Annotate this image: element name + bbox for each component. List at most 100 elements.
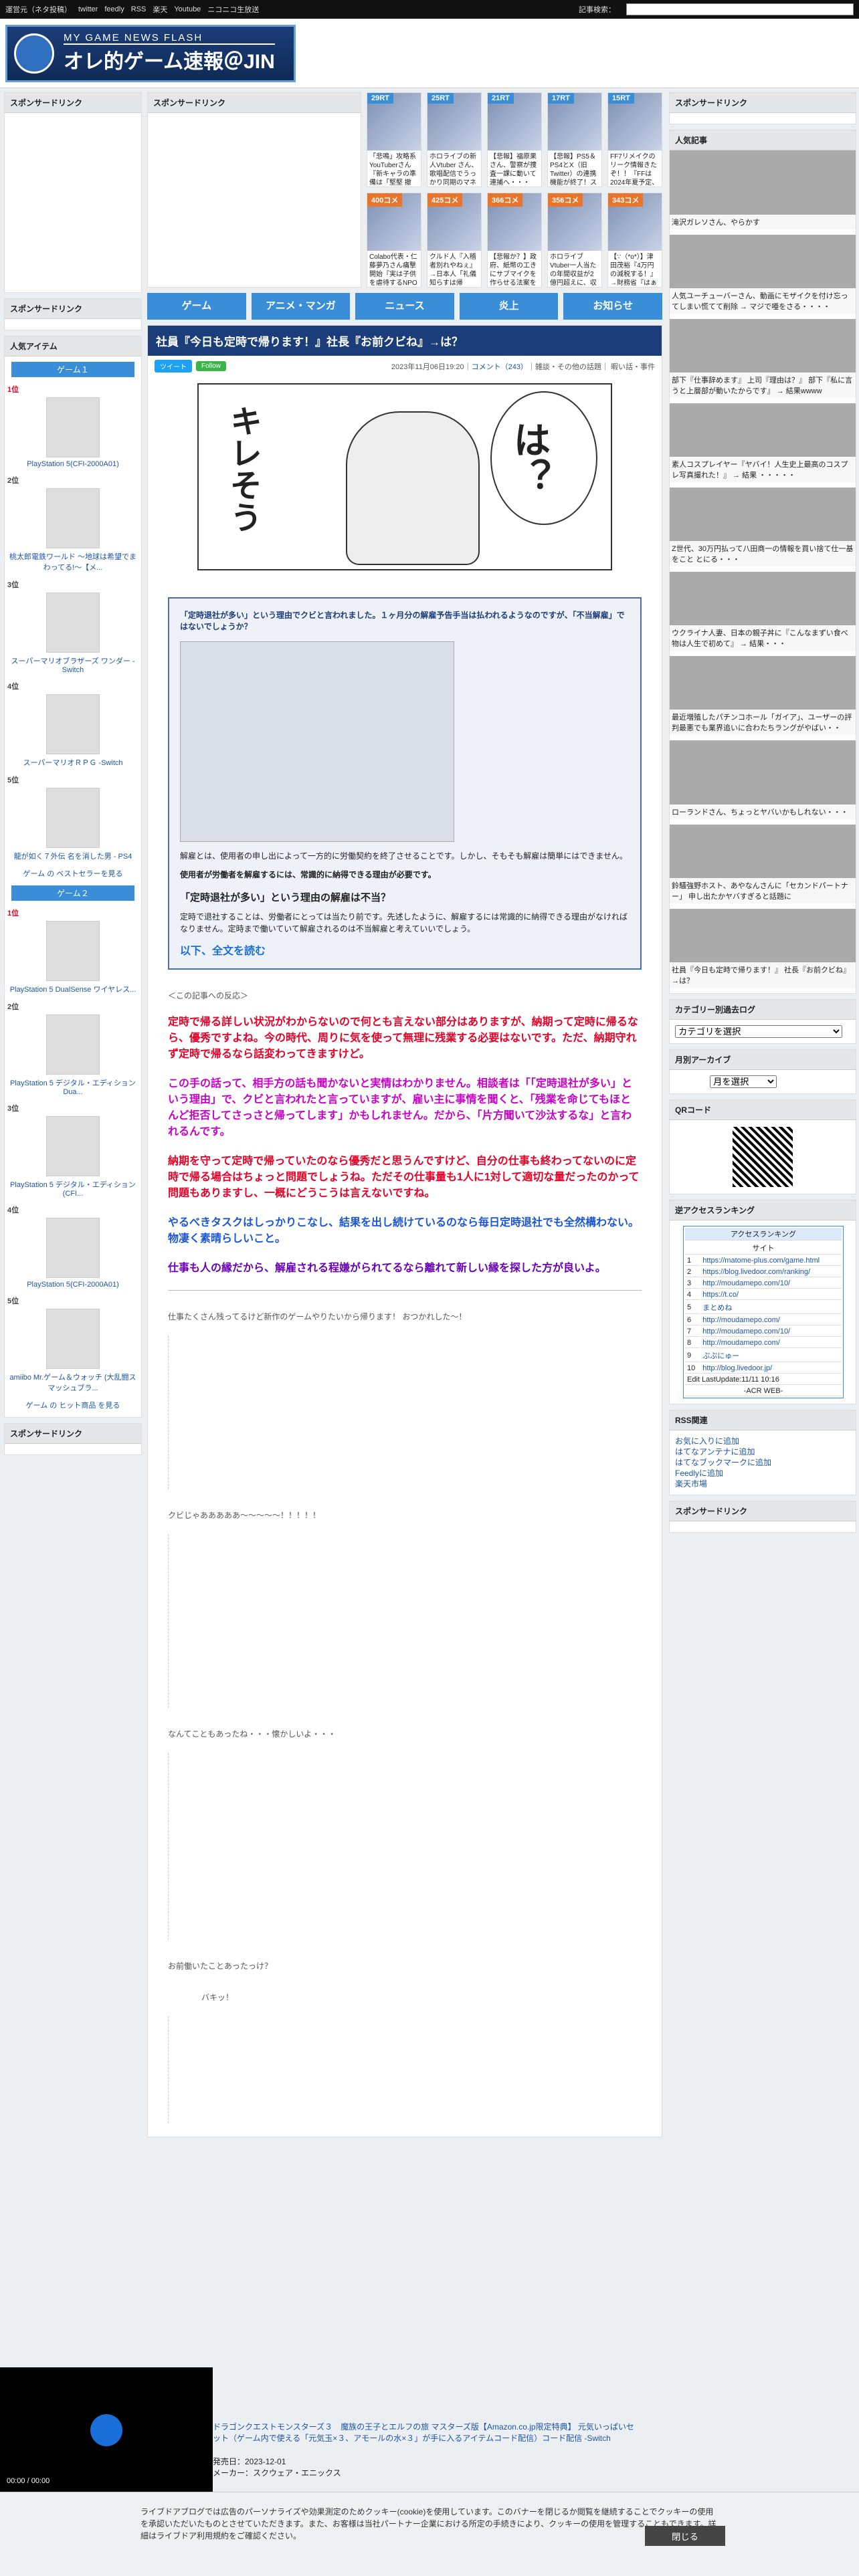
product-image[interactable] — [46, 788, 100, 848]
item-link[interactable]: スーパーマリオＲＰＧ -Switch — [5, 757, 141, 768]
read-more-link[interactable]: 以下、全文を読む — [180, 946, 266, 957]
thumb-title[interactable]: クルド人『入稽者別れやねぇ』→日本人「礼儀知らすは帰れ！」→クルド人「日本人 — [427, 251, 481, 286]
popular-article-title[interactable]: 素人コスプレイヤー『ヤバイ！人生史上最高のコスプレ写真撮れた！』 → 結果 ・・… — [670, 457, 856, 482]
popular-article[interactable]: 最近増殖したパチンコホール「ガイア」、ユーザーの評判最悪でも業界追いに合わたちラ… — [670, 656, 856, 735]
nav-tab[interactable]: ニュース — [355, 293, 454, 320]
thumb-title[interactable]: 「悲鳴」攻略系YouTuberさん『新キャラの準備は「堅堅 撤退」だ』という無名… — [367, 150, 421, 185]
item-2-4[interactable]: 4位 PlayStation 5(CFI-2000A01) — [5, 1204, 141, 1289]
ranking-link[interactable]: https://t.co/ — [702, 1291, 739, 1299]
popular-article[interactable]: 人気ユーチューバーさん、動画にモザイクを付け忘ってしまい慌てて削除 → マジで唖… — [670, 235, 856, 314]
item-2-1[interactable]: 1位 PlayStation 5 DualSense ワイヤレス... — [5, 907, 141, 994]
headline-thumb[interactable]: 356コメホロライブ Vtuber一人当たの年間収益が2億円超えに、収者再生ネ・… — [547, 193, 602, 288]
ranking-link[interactable]: http://blog.livedoor.jp/ — [702, 1364, 772, 1372]
ranking-credit[interactable]: -ACR WEB- — [685, 1386, 842, 1396]
item-1-5[interactable]: 5位 龍が如く７外伝 名を消した男 - PS4 — [5, 774, 141, 861]
article-tags[interactable]: 雑談・その他の話題｜ 暇い話・事件 — [535, 363, 655, 371]
popular-article[interactable]: 部下『仕事辞めます』 上司『理由は？』 部下『私に言うと上層部が動いたからです』… — [670, 319, 856, 398]
product-title[interactable]: ドラゴンクエストモンスターズ３ 魔族の王子とエルフの旅 マスターズ版【Amazo… — [213, 2422, 634, 2443]
nav-tab[interactable]: お知らせ — [563, 293, 662, 320]
tweet-button[interactable]: ツイート — [155, 360, 192, 372]
top-link-2[interactable]: feedly — [104, 5, 124, 13]
item-1-3[interactable]: 3位 スーパーマリオブラザーズ ワンダー -Switch — [5, 579, 141, 674]
popular-article-title[interactable]: ローランドさん、ちょっとヤバいかもしれない・・・ — [670, 804, 856, 819]
nav-tab[interactable]: 炎上 — [459, 293, 559, 320]
top-link-5[interactable]: Youtube — [174, 5, 201, 13]
headline-thumb[interactable]: 17RT 【悲報】PS5＆PS4とX（旧Twitter）の連携機能が終了！スクショ… — [547, 92, 602, 187]
product-image[interactable] — [46, 694, 100, 754]
item-link[interactable]: PlayStation 5 デジタル・エディション Dua... — [5, 1077, 141, 1096]
item-1-4[interactable]: 4位 スーパーマリオＲＰＧ -Switch — [5, 681, 141, 768]
top-link-6[interactable]: ニコニコ生放送 — [207, 4, 259, 15]
rss-link[interactable]: 楽天市場 — [675, 1479, 850, 1489]
popular-article-title[interactable]: 人気ユーチューバーさん、動画にモザイクを付け忘ってしまい慌てて削除 → マジで唖… — [670, 288, 856, 314]
ranking-link[interactable]: まとめね — [702, 1304, 732, 1312]
item-2-2[interactable]: 2位 PlayStation 5 デジタル・エディション Dua... — [5, 1001, 141, 1096]
thumb-title[interactable]: Colabo代表・仁藤夢乃さん痛撃開始『実は子供を虐待するNPO で自分の性癖の… — [367, 251, 421, 286]
popular-article-title[interactable]: 滝沢ガレソさん、やらかす — [670, 215, 856, 229]
popular-article[interactable]: 社員『今日も定時で帰ります！』 社長『お前クビね』→は？ — [670, 909, 856, 988]
top-link-4[interactable]: 楽天 — [153, 4, 167, 15]
nav-tab[interactable]: アニメ・マンガ — [251, 293, 351, 320]
item-link[interactable]: PlayStation 5(CFI-2000A01) — [5, 460, 141, 468]
product-image[interactable] — [46, 397, 100, 457]
product-image[interactable] — [46, 1116, 100, 1176]
search-input[interactable] — [626, 3, 854, 15]
follow-button[interactable]: Follow — [196, 361, 226, 371]
ranking-link[interactable]: http://moudamepo.com/ — [702, 1339, 780, 1347]
hit-items-link[interactable]: ゲーム の ヒット商品 を見る — [5, 1400, 141, 1410]
product-image[interactable] — [46, 1309, 100, 1369]
cookie-close-button[interactable]: 閉じる — [645, 2526, 725, 2546]
item-1-2[interactable]: 2位 桃太郎電鉄ワールド ～地球は希望でまわってる!～【メ... — [5, 475, 141, 572]
top-link-3[interactable]: RSS — [131, 5, 147, 13]
bestseller-link[interactable]: ゲーム の ベストセラーを見る — [5, 868, 141, 879]
popular-article[interactable]: 鈴騒強野ホスト、あやなんさんに「セカンドパートナー」 申し出たかヤバすぎると話題… — [670, 825, 856, 903]
item-link[interactable]: PlayStation 5 デジタル・エディション(CFI... — [5, 1179, 141, 1198]
site-logo[interactable]: MY GAME NEWS FLASH オレ的ゲーム速報＠JIN — [5, 24, 296, 82]
thumb-title[interactable]: ホロライブ Vtuber一人当たの年間収益が2億円超えに、収者再生ネ・・・ — [548, 251, 601, 286]
thumb-title[interactable]: 【∵（*o*）】津田茂裕『4万円の減税する！』→財務省『はぁそんな金無ないから』 — [608, 251, 662, 286]
item-link[interactable]: スーパーマリオブラザーズ ワンダー -Switch — [5, 655, 141, 674]
month-select[interactable]: 月を選択 — [710, 1075, 777, 1088]
headline-thumb[interactable]: 21RT 【悲報】福原果さん、警察が捜査一課に動いて連捕へ・・・ — [487, 92, 542, 187]
top-link-1[interactable]: twitter — [78, 5, 98, 13]
item-2-5[interactable]: 5位 amiibo Mr.ゲーム＆ウォッチ (大乱闘スマッシュブラ... — [5, 1295, 141, 1393]
headline-thumb[interactable]: 343コメ【∵（*o*）】津田茂裕『4万円の減税する！』→財務省『はぁそんな金無… — [607, 193, 662, 288]
headline-thumb[interactable]: 29RT 「悲鳴」攻略系YouTuberさん『新キャラの準備は「堅堅 撤退」だ』と… — [367, 92, 421, 187]
product-image[interactable] — [46, 488, 100, 548]
headline-thumb[interactable]: 425コメクルド人『入稽者別れやねぇ』→日本人「礼儀知らすは帰れ！」→クルド人「… — [427, 193, 482, 288]
item-1-1[interactable]: 1位 PlayStation 5(CFI-2000A01) — [5, 384, 141, 468]
ranking-link[interactable]: https://blog.livedoor.com/ranking/ — [702, 1268, 810, 1276]
headline-thumb[interactable]: 366コメ【悲報か？】政府、紙幣の工きにサブマイクを作らせる法案を提出へ — [487, 193, 542, 288]
top-link-0[interactable]: 運営元（ネタ投稿） — [5, 4, 72, 15]
item-link[interactable]: PlayStation 5 DualSense ワイヤレス... — [5, 984, 141, 994]
play-icon[interactable] — [90, 2414, 122, 2446]
popular-article[interactable]: 素人コスプレイヤー『ヤバイ！人生史上最高のコスプレ写真撮れた！』 → 結果 ・・… — [670, 403, 856, 482]
popular-article-title[interactable]: 最近増殖したパチンコホール「ガイア」、ユーザーの評判最悪でも業界追いに合わたちラ… — [670, 710, 856, 735]
product-image[interactable] — [46, 593, 100, 653]
item-link[interactable]: 桃太郎電鉄ワールド ～地球は希望でまわってる!～【メ... — [5, 551, 141, 572]
headline-thumb[interactable]: 400コメ Colabo代表・仁藤夢乃さん痛撃開始『実は子供を虐待するNPO で自… — [367, 193, 421, 288]
product-image[interactable] — [46, 921, 100, 981]
thumb-title[interactable]: 【悲報】福原果さん、警察が捜査一課に動いて連捕へ・・・ — [488, 150, 541, 185]
item-link[interactable]: PlayStation 5(CFI-2000A01) — [5, 1281, 141, 1289]
thumb-title[interactable]: 【悲報】PS5＆PS4とX（旧Twitter）の連携機能が終了！スクショや動画を… — [548, 150, 601, 185]
comments-link[interactable]: コメント（243） — [472, 363, 528, 371]
item-link[interactable]: 龍が如く７外伝 名を消した男 - PS4 — [5, 851, 141, 861]
popular-article-title[interactable]: ウクライナ人妻、日本の親子丼に『こんなまずい食べ物は人生で初めて』 → 結果・・… — [670, 625, 856, 651]
ranking-link[interactable]: http://moudamepo.com/10/ — [702, 1279, 790, 1287]
item-link[interactable]: amiibo Mr.ゲーム＆ウォッチ (大乱闘スマッシュブラ... — [5, 1372, 141, 1393]
video-player[interactable]: 00:00 / 00:00 — [0, 2367, 213, 2492]
thumb-title[interactable]: FF7リメイクのリーク情報きたぞ！！『FFは2024年夏予定、FF10 は楽はは… — [608, 150, 662, 185]
item-2-3[interactable]: 3位 PlayStation 5 デジタル・エディション(CFI... — [5, 1103, 141, 1198]
ranking-link[interactable]: http://moudamepo.com/ — [702, 1316, 780, 1324]
popular-article-title[interactable]: 部下『仕事辞めます』 上司『理由は？』 部下『私に言うと上層部が動いたからです』… — [670, 372, 856, 398]
product-image[interactable] — [46, 1014, 100, 1075]
rss-link[interactable]: はてなアンテナに追加 — [675, 1446, 850, 1457]
ranking-link[interactable]: ぷぷにゅー — [702, 1352, 739, 1360]
popular-article[interactable]: Z世代、30万円払って八田商一の情報を買い捨て仕一基をこと とにる・・・ — [670, 488, 856, 566]
rss-link[interactable]: お気に入りに追加 — [675, 1436, 850, 1446]
ranking-link[interactable]: http://moudamepo.com/10/ — [702, 1327, 790, 1335]
thumb-title[interactable]: ホロライブの新人Vtuber さん、歌唱配信でうっかり同期のマネージャーが表だと… — [427, 150, 481, 185]
source-screenshot[interactable] — [180, 641, 454, 842]
popular-article-title[interactable]: 社員『今日も定時で帰ります！』 社長『お前クビね』→は？ — [670, 962, 856, 988]
